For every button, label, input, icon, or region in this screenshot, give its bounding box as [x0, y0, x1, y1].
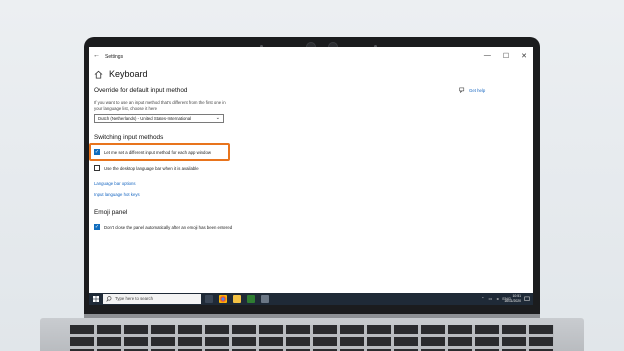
- volume-icon[interactable]: ◂: [496, 296, 498, 301]
- desktop-language-bar-row[interactable]: Use the desktop language bar when it is …: [94, 165, 199, 171]
- chrome-icon[interactable]: [219, 295, 227, 303]
- emoji-heading: Emoji panel: [94, 209, 128, 216]
- file-explorer-icon[interactable]: [233, 295, 241, 303]
- notification-icon[interactable]: [524, 296, 530, 302]
- keyboard-rows: [70, 325, 554, 351]
- highlight-box: [89, 143, 230, 161]
- emoji-dont-close-row[interactable]: ✓ Don't close the panel automatically af…: [94, 224, 232, 230]
- dropdown-value: Dutch (Netherlands) - United States-Inte…: [98, 116, 192, 121]
- close-button[interactable]: ✕: [521, 52, 527, 60]
- chevron-down-icon: ⌄: [215, 115, 220, 121]
- mail-icon[interactable]: [247, 295, 255, 303]
- emoji-dont-close-label: Don't close the panel automatically afte…: [104, 224, 233, 230]
- windows-start-icon[interactable]: [93, 296, 99, 302]
- switching-heading: Switching input methods: [94, 134, 164, 141]
- input-language-hot-keys-link[interactable]: Input language hot keys: [94, 192, 140, 197]
- clock-date: 16/11/2020: [504, 298, 521, 303]
- screen: ← Settings — ☐ ✕ Keyboard Get help Overr…: [89, 47, 533, 305]
- search-placeholder: Type here to search: [115, 296, 153, 301]
- input-method-dropdown[interactable]: Dutch (Netherlands) - United States-Inte…: [94, 114, 224, 123]
- desktop-language-bar-label: Use the desktop language bar when it is …: [104, 165, 199, 171]
- title-bar: ← Settings — ☐ ✕: [89, 47, 533, 65]
- task-view-icon[interactable]: [205, 295, 213, 303]
- desktop-language-bar-checkbox[interactable]: [94, 165, 100, 171]
- settings-gear-icon[interactable]: [261, 295, 269, 303]
- language-bar-options-link[interactable]: Language bar options: [94, 181, 136, 186]
- get-help-label: Get help: [469, 87, 486, 93]
- search-icon: [106, 296, 112, 302]
- taskbar-search-box[interactable]: Type here to search: [103, 294, 201, 304]
- home-icon[interactable]: [94, 70, 103, 79]
- clock[interactable]: 10:51 16/11/2020: [504, 294, 521, 303]
- get-help-link[interactable]: Get help: [459, 87, 485, 93]
- maximize-button[interactable]: ☐: [503, 52, 509, 60]
- chat-help-icon: [459, 87, 465, 93]
- window-title: Settings: [105, 54, 124, 60]
- emoji-dont-close-checkbox[interactable]: ✓: [94, 224, 100, 230]
- chevron-up-icon[interactable]: ⌃: [481, 296, 484, 301]
- minimize-button[interactable]: —: [484, 52, 491, 60]
- override-heading: Override for default input method: [94, 87, 188, 94]
- network-icon[interactable]: ▭: [489, 296, 493, 301]
- taskbar: Type here to search ⌃ ▭ ◂ ENG 10:51 16/1…: [89, 293, 533, 305]
- page-header: Keyboard: [94, 69, 148, 79]
- window-controls: — ☐ ✕: [484, 52, 527, 60]
- back-button[interactable]: ←: [93, 52, 100, 59]
- override-description: If you want to use an input method that'…: [94, 100, 226, 111]
- page-title: Keyboard: [109, 69, 148, 79]
